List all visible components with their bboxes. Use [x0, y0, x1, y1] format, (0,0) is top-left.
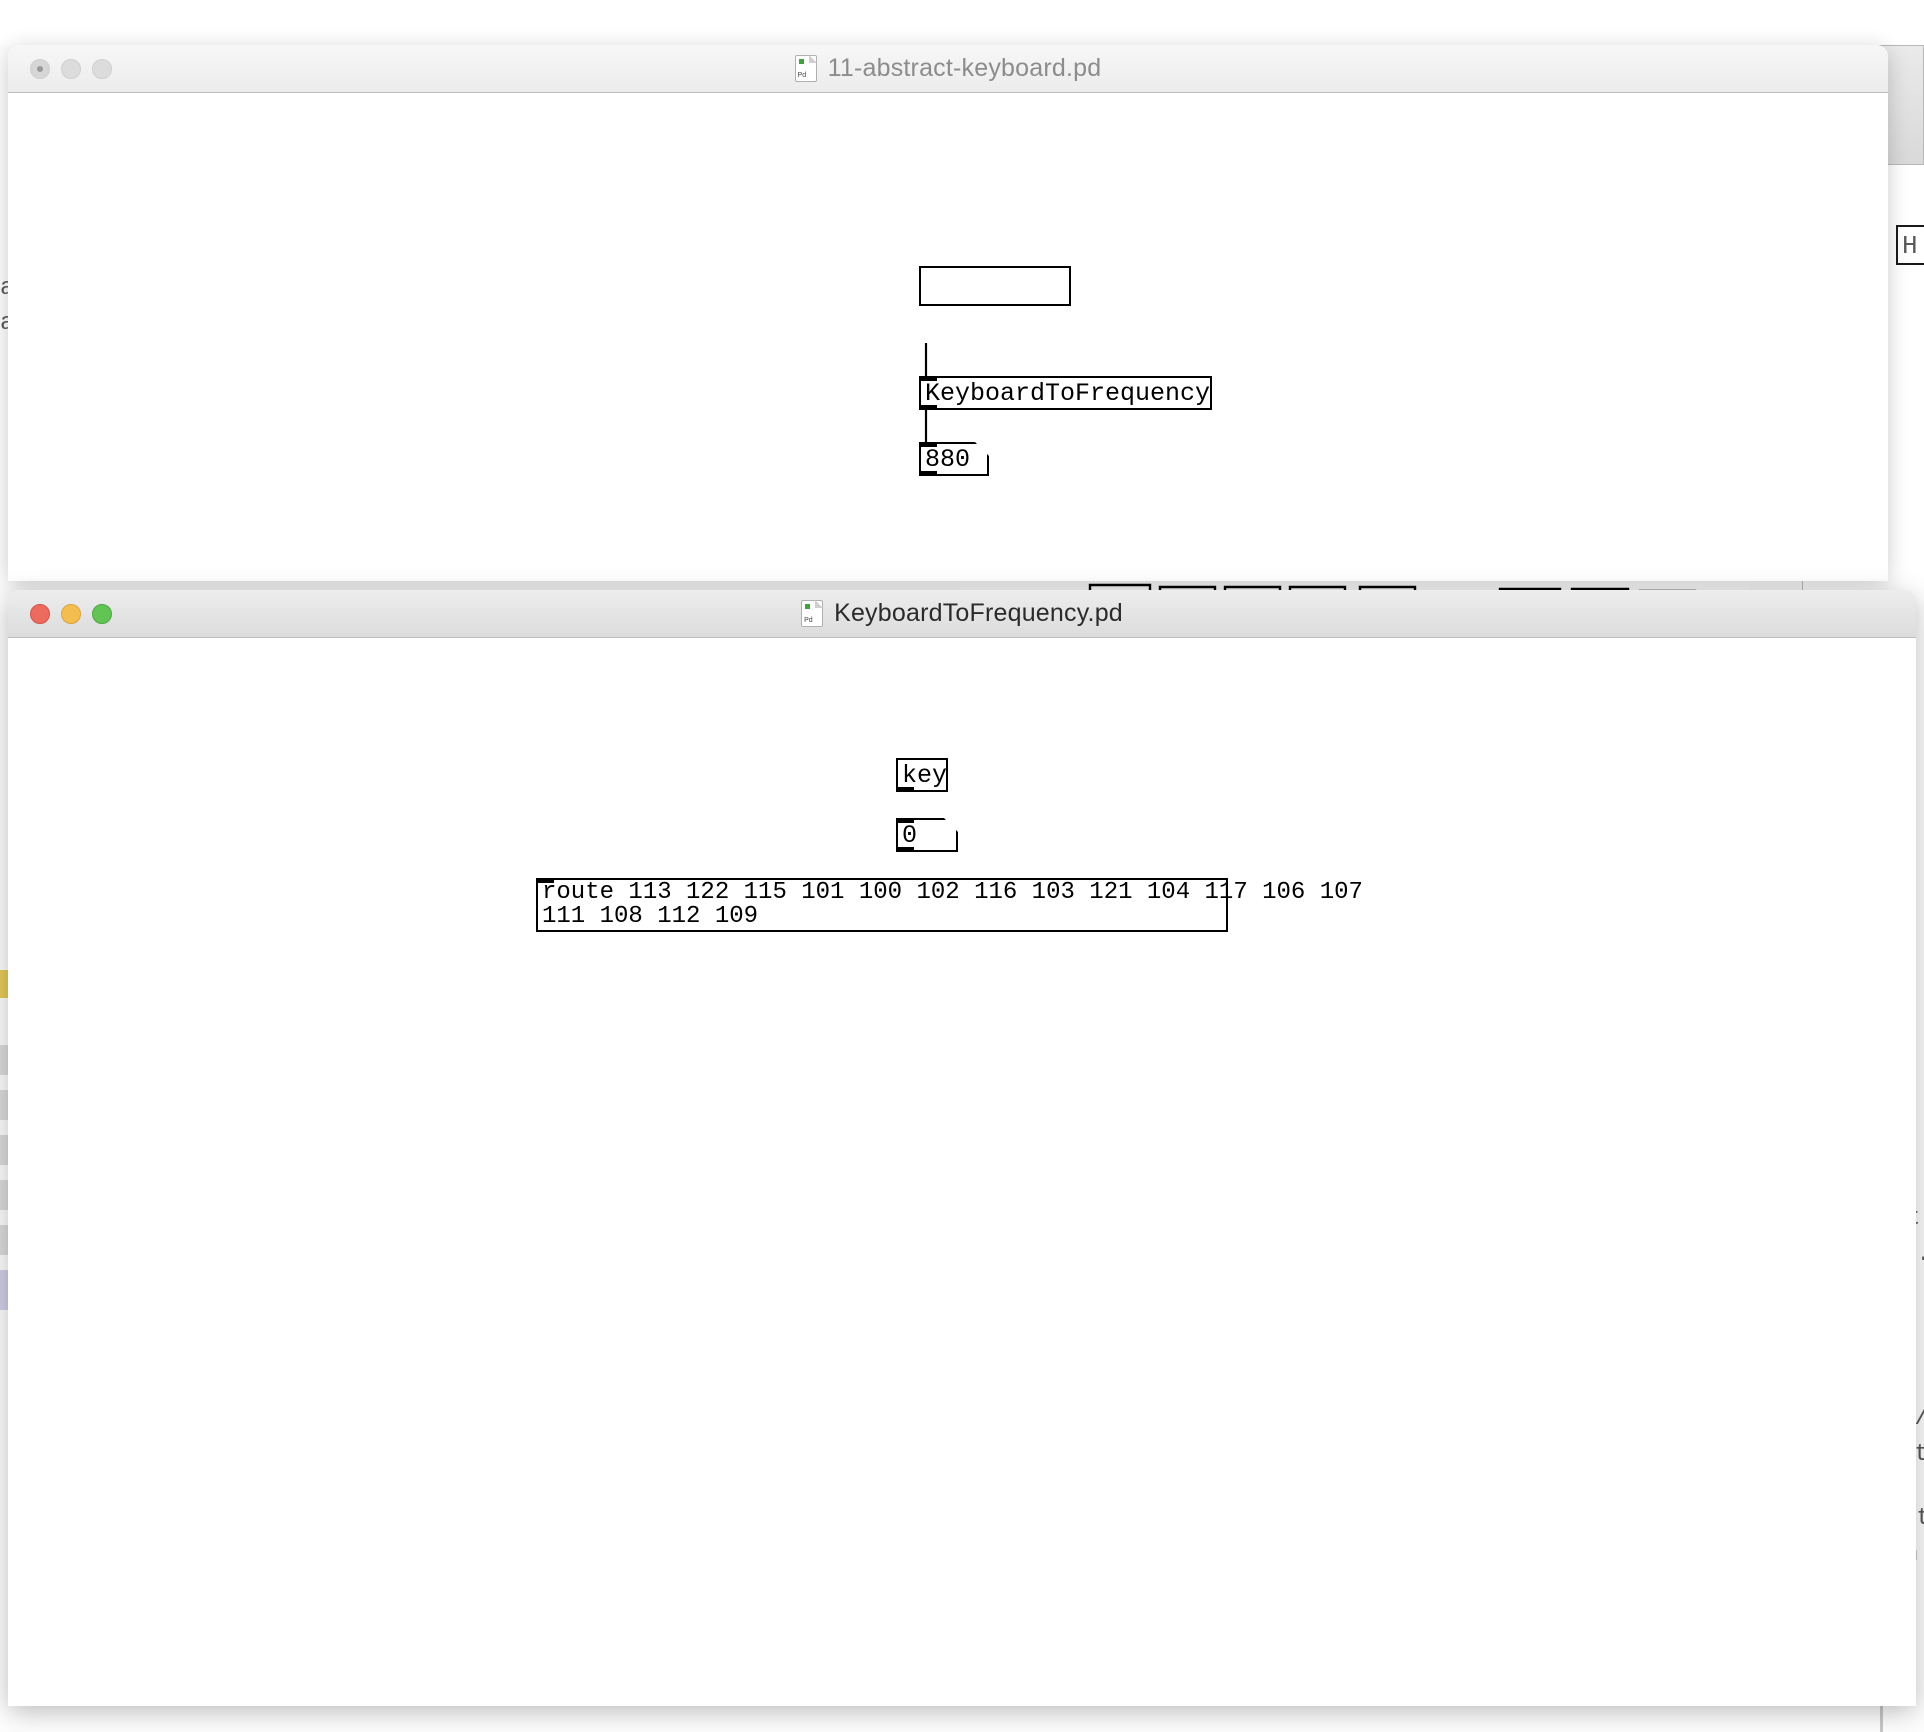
- traffic-lights-parent[interactable]: [30, 58, 112, 79]
- window-child[interactable]: KeyboardToFrequency.pd key 0 route 113 1…: [8, 590, 1916, 1706]
- traffic-lights-child[interactable]: [30, 603, 112, 624]
- patch-canvas-parent[interactable]: KeyboardToFrequency 880: [8, 93, 1888, 581]
- close-button-parent[interactable]: [30, 58, 50, 79]
- object-label-route-line2: 111 108 112 109: [542, 903, 759, 930]
- patch-canvas-child[interactable]: key 0 route 113 122 115 101 100 102 116 …: [8, 638, 1916, 1706]
- window-parent[interactable]: 11-abstract-keyboard.pd KeyboardToFreque…: [8, 45, 1888, 581]
- hradio-keyboard-octave[interactable]: [919, 266, 1071, 306]
- title-center-child: KeyboardToFrequency.pd: [8, 590, 1916, 637]
- object-label-key: key: [902, 760, 948, 790]
- pd-document-icon-child: [801, 600, 824, 627]
- number-box-frequency-output[interactable]: 880: [919, 442, 989, 476]
- minimize-button-parent[interactable]: [61, 58, 81, 79]
- object-label: KeyboardToFrequency: [925, 378, 1211, 408]
- minimize-button-child[interactable]: [61, 603, 81, 624]
- object-key[interactable]: key: [896, 758, 948, 792]
- object-keyboardtofrequency[interactable]: KeyboardToFrequency: [919, 376, 1213, 410]
- zoom-button-parent[interactable]: [92, 58, 112, 79]
- object-label-route-line1: route 113 122 115 101 100 102 116 103 12…: [542, 879, 1363, 906]
- titlebar-parent[interactable]: 11-abstract-keyboard.pd: [8, 45, 1888, 93]
- patch-wires-parent: [924, 343, 928, 443]
- title-center-parent: 11-abstract-keyboard.pd: [8, 45, 1888, 92]
- close-button-child[interactable]: [30, 603, 50, 624]
- window-title-child: KeyboardToFrequency.pd: [834, 599, 1123, 627]
- bg-text-h: H: [1902, 231, 1918, 261]
- object-route[interactable]: route 113 122 115 101 100 102 116 103 12…: [536, 878, 1363, 932]
- pd-document-icon-parent: [794, 55, 817, 82]
- number-box-key-code[interactable]: 0: [896, 818, 958, 852]
- number-value: 880: [925, 444, 971, 474]
- zoom-button-child[interactable]: [92, 603, 112, 624]
- number-value-key: 0: [902, 820, 918, 850]
- patch-wires-child: [8, 638, 1916, 1706]
- titlebar-child[interactable]: KeyboardToFrequency.pd: [8, 590, 1916, 638]
- window-title-parent: 11-abstract-keyboard.pd: [827, 54, 1102, 82]
